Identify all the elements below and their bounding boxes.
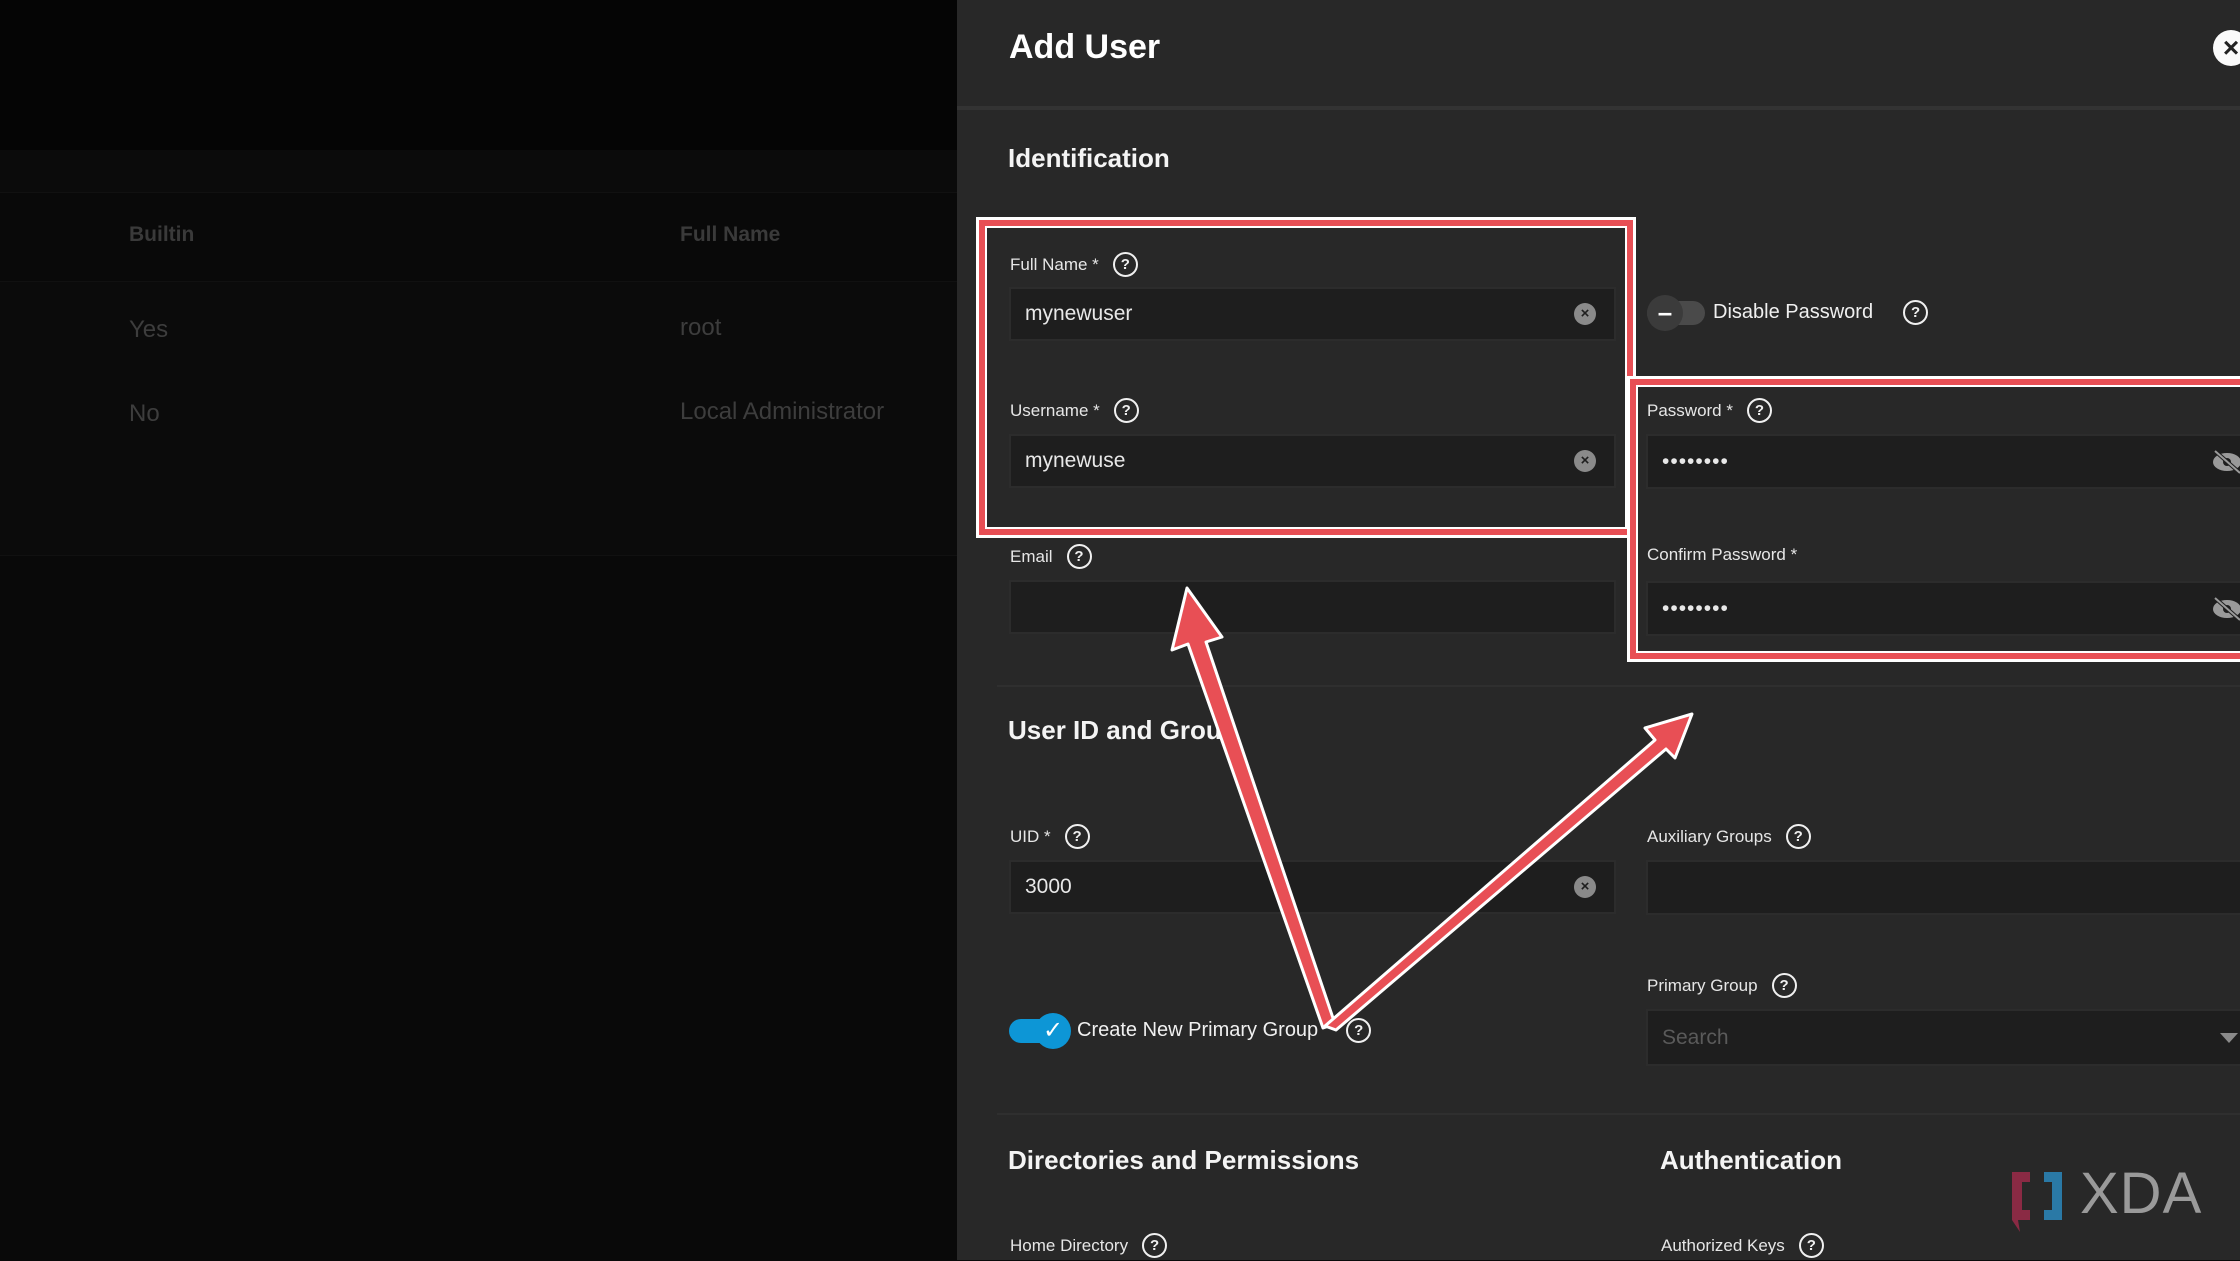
section-divider [997,1113,2240,1115]
confirm-password-input[interactable]: •••••••• [1646,581,2240,636]
primary-group-label: Primary Group ? [1647,973,1797,998]
column-header-builtin[interactable]: Builtin [129,223,194,247]
password-label-text: Password * [1647,400,1733,420]
help-icon[interactable]: ? [1798,1233,1824,1258]
users-table: Builtin Full Name Yes root No Local Admi… [0,150,957,555]
create-primary-group-toggle[interactable]: ✓ [1009,1013,1071,1049]
help-icon[interactable]: ? [1142,1233,1168,1258]
primary-group-select[interactable]: Search [1646,1009,2240,1066]
disable-password-toggle[interactable]: – [1647,295,1707,331]
help-icon[interactable]: ? [1746,398,1772,423]
primary-group-label-text: Primary Group [1647,975,1758,995]
help-icon[interactable]: ? [1113,398,1139,423]
eye-off-icon[interactable] [2210,595,2240,622]
xda-logo-icon [2012,1172,2062,1232]
password-input[interactable]: •••••••• [1646,434,2240,489]
help-icon[interactable]: ? [1785,824,1811,849]
primary-group-placeholder: Search [1662,1025,1729,1049]
uid-input[interactable]: 3000 × [1009,860,1616,914]
help-icon[interactable]: ? [1066,544,1092,569]
username-value: mynewuse [1025,449,1126,472]
auxiliary-groups-label: Auxiliary Groups ? [1647,824,1811,849]
background-top-bar [0,0,957,150]
uid-label-text: UID * [1010,826,1051,846]
clear-icon[interactable]: × [1574,876,1596,898]
home-directory-label: Home Directory ? [1010,1233,1168,1258]
password-value: •••••••• [1662,449,1729,473]
email-input[interactable] [1009,580,1616,634]
chevron-down-icon[interactable] [2220,1032,2238,1043]
email-label-text: Email [1010,546,1053,566]
section-user-id-group: User ID and Group [1008,715,1238,745]
help-icon[interactable]: ? [1771,973,1797,998]
home-directory-label-text: Home Directory [1010,1235,1129,1255]
disable-password-text: Disable Password [1713,301,1874,323]
full-name-label: Full Name * ? [1010,252,1138,277]
table-header-row: Builtin Full Name [0,192,957,282]
create-primary-group-text: Create New Primary Group [1077,1019,1319,1041]
auxiliary-groups-input[interactable] [1646,860,2240,915]
eye-off-icon[interactable] [2210,448,2240,475]
section-directories-permissions: Directories and Permissions [1008,1145,1360,1175]
uid-label: UID * ? [1010,824,1090,849]
auxiliary-groups-label-text: Auxiliary Groups [1647,826,1772,846]
minus-icon: – [1647,295,1683,331]
add-user-panel: Add User × Identification Full Name * ? … [957,0,2240,1260]
section-identification: Identification [1008,143,1170,173]
full-name-label-text: Full Name * [1010,254,1099,274]
confirm-password-label: Confirm Password * [1647,545,1797,565]
cell-full-name: root [680,314,722,341]
confirm-password-value: •••••••• [1662,596,1729,620]
authorized-keys-label: Authorized Keys ? [1661,1233,1824,1258]
help-icon[interactable]: ? [1346,1018,1372,1043]
panel-title: Add User [1009,28,1161,66]
uid-value: 3000 [1025,875,1072,898]
check-icon: ✓ [1035,1013,1071,1049]
create-primary-group-label: Create New Primary Group ? [1077,1018,1372,1043]
username-input[interactable]: mynewuse × [1009,434,1616,488]
help-icon[interactable]: ? [1064,824,1090,849]
clear-icon[interactable]: × [1574,303,1596,325]
xda-text: XDA [2080,1161,2203,1226]
background-area [0,555,957,1261]
xda-watermark: XDA [2008,1161,2203,1232]
full-name-value: mynewuser [1025,302,1133,325]
close-icon[interactable]: × [2213,30,2240,66]
cell-full-name: Local Administrator [680,398,885,425]
full-name-input[interactable]: mynewuser × [1009,287,1616,341]
section-authentication: Authentication [1660,1145,1842,1175]
section-divider [997,685,2240,687]
password-label: Password * ? [1647,398,1772,423]
help-icon[interactable]: ? [1112,252,1138,277]
username-label-text: Username * [1010,400,1100,420]
disable-password-label: Disable Password ? [1713,300,1929,325]
cell-builtin: No [129,400,160,427]
cell-builtin: Yes [129,316,169,343]
username-label: Username * ? [1010,398,1139,423]
panel-header: Add User × [957,0,2240,110]
confirm-password-label-text: Confirm Password * [1647,545,1798,564]
authorized-keys-label-text: Authorized Keys [1661,1235,1785,1255]
clear-icon[interactable]: × [1574,450,1596,472]
email-label: Email ? [1010,544,1092,569]
help-icon[interactable]: ? [1903,300,1929,325]
column-header-full-name[interactable]: Full Name [680,223,780,247]
